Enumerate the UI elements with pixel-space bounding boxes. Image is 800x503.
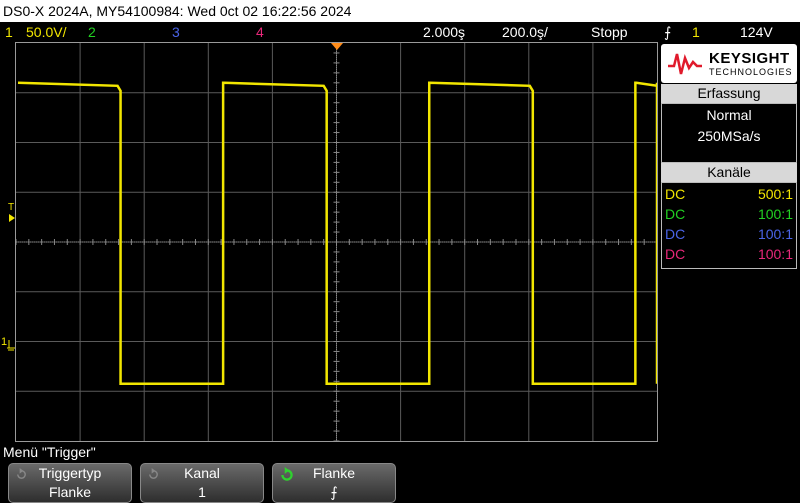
acquisition-mode: Normal: [706, 107, 752, 123]
status-bar: 1 50.0V/ 2 3 4 2.000ş 200.0ş/ Stopp ⨍ 1 …: [0, 22, 800, 42]
softkey-edge-label: Flanke: [312, 465, 356, 481]
ch1-trace: [17, 81, 657, 386]
trigger-source[interactable]: 1: [692, 24, 700, 40]
softkey-bar: Menü "Trigger" Triggertyp Flanke Kanal 1…: [0, 442, 800, 503]
ch1-number[interactable]: 1: [5, 24, 13, 40]
logo-brand: KEYSIGHT: [709, 50, 790, 67]
ch3-coupling: DC: [665, 226, 686, 242]
channels-panel[interactable]: DC 500:1 DC 100:1 DC 100:1 DC 100:1: [661, 182, 797, 269]
softkey-trigger-type[interactable]: Triggertyp Flanke: [8, 463, 132, 503]
trigger-level-label: T: [8, 202, 15, 213]
ch3-probe: 100:1: [757, 226, 793, 242]
acquisition-header: Erfassung: [661, 84, 797, 103]
timebase[interactable]: 2.000ş: [423, 24, 465, 40]
ch1-ground-marker[interactable]: 1: [1, 336, 15, 351]
channel-row-1[interactable]: DC 500:1: [662, 184, 796, 204]
trigger-level[interactable]: 124V: [740, 24, 773, 40]
ch1-probe: 500:1: [757, 186, 793, 202]
ch3-number[interactable]: 3: [172, 24, 180, 40]
ch4-coupling: DC: [665, 246, 686, 262]
run-state[interactable]: Stopp: [591, 24, 628, 40]
keysight-logo: KEYSIGHT TECHNOLOGIES: [661, 44, 797, 83]
acquisition-panel[interactable]: Normal 250MSa/s: [661, 103, 797, 163]
waveform-graticule: [16, 43, 657, 441]
ch4-number[interactable]: 4: [256, 24, 264, 40]
softkey-trigger-type-label: Triggertyp: [38, 465, 102, 481]
sample-rate: 250MSa/s: [697, 128, 761, 144]
ch4-probe: 100:1: [757, 246, 793, 262]
softkey-channel[interactable]: Kanal 1: [140, 463, 264, 503]
side-panel: KEYSIGHT TECHNOLOGIES Erfassung Normal 2…: [659, 42, 800, 442]
channel-row-4[interactable]: DC 100:1: [662, 244, 796, 264]
channels-header: Kanäle: [661, 163, 797, 182]
keysight-wave-icon: [668, 53, 702, 75]
rising-edge-icon: ⨍: [664, 24, 672, 40]
waveform-display[interactable]: [15, 42, 658, 442]
menu-title: Menü "Trigger": [3, 444, 96, 460]
softkey-edge[interactable]: Flanke ⨍: [272, 463, 396, 503]
ch1-scale[interactable]: 50.0V/: [26, 24, 66, 40]
ch2-coupling: DC: [665, 206, 686, 222]
softkey-edge-value: ⨍: [330, 484, 338, 500]
ch1-coupling: DC: [665, 186, 686, 202]
time-position[interactable]: 200.0ş/: [502, 24, 548, 40]
ch2-probe: 100:1: [757, 206, 793, 222]
softkey-trigger-type-value: Flanke: [48, 484, 92, 500]
channel-row-2[interactable]: DC 100:1: [662, 204, 796, 224]
logo-sub: TECHNOLOGIES: [709, 67, 793, 77]
ch2-number[interactable]: 2: [88, 24, 96, 40]
softkey-channel-value: 1: [198, 484, 206, 500]
title-bar: DS0-X 2024A, MY54100984: Wed 0ct 02 16:2…: [0, 0, 800, 22]
channel-row-3[interactable]: DC 100:1: [662, 224, 796, 244]
trigger-level-marker[interactable]: T: [8, 202, 15, 222]
softkey-channel-label: Kanal: [184, 465, 220, 481]
trigger-position-marker[interactable]: [330, 42, 344, 52]
